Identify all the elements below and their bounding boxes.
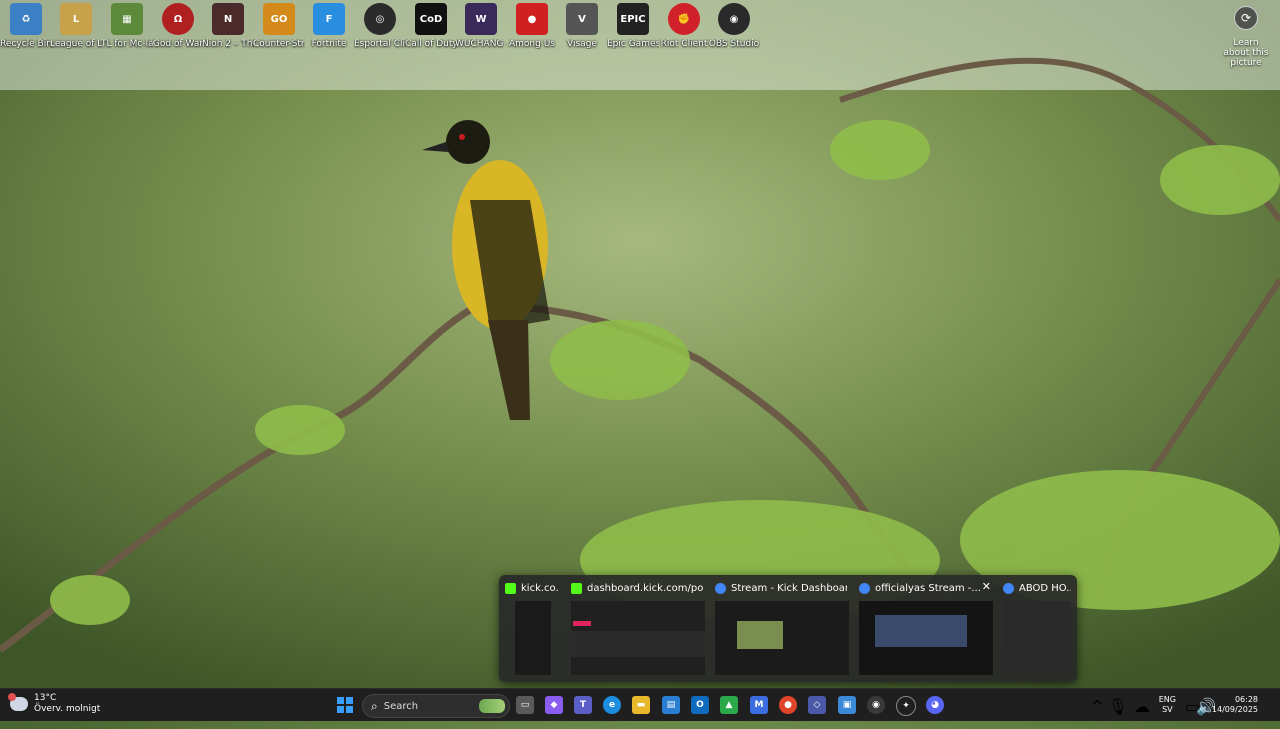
god-of-war-icon: Ω xyxy=(162,3,194,35)
desktop-icon-among-us[interactable]: ● Among Us xyxy=(506,3,558,49)
task-view-icon[interactable]: ▭ xyxy=(516,696,534,714)
obs-taskbar-icon[interactable]: ◉ xyxy=(867,696,885,714)
call-of-duty-icon: CoD xyxy=(415,3,447,35)
weather-widget[interactable]: 13°C Överv. molnigt xyxy=(8,693,100,715)
cloud-icon xyxy=(8,693,28,711)
store-icon[interactable]: ▤ xyxy=(662,696,680,714)
copilot-icon[interactable]: ◆ xyxy=(545,696,563,714)
edge-icon[interactable]: e xyxy=(603,696,621,714)
riot-client-icon: ✊ xyxy=(668,3,700,35)
desktop-icon-fortnite[interactable]: F Fortnite xyxy=(303,3,355,49)
start-button[interactable] xyxy=(337,697,353,713)
nioh-icon: N xyxy=(212,3,244,35)
recycle-bin-icon: ♻ xyxy=(10,3,42,35)
csgo-icon: GO xyxy=(263,3,295,35)
learn-about-picture[interactable]: ⟳ Learn about this picture xyxy=(1220,6,1272,68)
windows-logo-icon xyxy=(337,697,344,704)
close-preview-icon[interactable]: ✕ xyxy=(982,580,991,593)
kick-favicon-icon xyxy=(571,582,582,594)
desktop-icon-wuchang[interactable]: W WUCHANG – Fallen Feat... xyxy=(455,3,507,49)
file-explorer-icon[interactable]: ▬ xyxy=(632,696,650,714)
desktop-icon-call-of-duty[interactable]: CoD Call of Duty® xyxy=(405,3,457,49)
desktop-icon-epic-games[interactable]: EPIC Epic Games Launcher xyxy=(607,3,659,49)
microphone-icon[interactable]: 🎙 xyxy=(1108,697,1128,729)
preview-image xyxy=(859,601,993,675)
preview-image xyxy=(571,601,705,675)
m365-icon[interactable]: M xyxy=(750,696,768,714)
wuchang-icon: W xyxy=(465,3,497,35)
desktop-icon-obs-studio[interactable]: ◉ OBS Studio xyxy=(708,3,760,49)
clock[interactable]: 06:28 14/09/2025 xyxy=(1212,695,1258,715)
taskbar-search[interactable]: ⌕ Search xyxy=(362,694,510,718)
preview-image xyxy=(1003,601,1071,675)
epic-games-icon: EPIC xyxy=(617,3,649,35)
outlook-icon[interactable]: O xyxy=(691,696,709,714)
desktop-icon-riot-client[interactable]: ✊ Riot Client xyxy=(658,3,710,49)
taskbar: 13°C Överv. molnigt ⌕ Search ▭ ◆ T e ▬ ▤… xyxy=(0,688,1280,721)
kick-favicon-icon xyxy=(505,582,516,594)
desktop-icons: ♻ Recycle Bin L League of Legends ▦ TL f… xyxy=(0,0,780,64)
preview-image xyxy=(715,601,849,675)
chrome-icon[interactable]: ● xyxy=(779,696,797,714)
taskbar-window-previews: kick.co... dashboard.kick.com/popo... St… xyxy=(499,575,1077,682)
language-indicator[interactable]: ENG SV xyxy=(1159,695,1176,715)
desktop-icon-recycle-bin[interactable]: ♻ Recycle Bin xyxy=(0,3,52,49)
visage-icon: V xyxy=(566,3,598,35)
chrome-favicon-icon xyxy=(1003,582,1014,594)
photos-icon[interactable]: ▣ xyxy=(838,696,856,714)
preview-image xyxy=(515,601,551,675)
desktop-icon-esportal[interactable]: ◎ Esportal Client xyxy=(354,3,406,49)
desktop-icon-tl-launcher[interactable]: ▦ TL for Mc-launch... xyxy=(101,3,153,49)
search-icon: ⌕ xyxy=(371,698,378,713)
league-of-legends-icon: L xyxy=(60,3,92,35)
window-preview-stream-kick[interactable]: Stream - Kick Dashboard -... xyxy=(709,575,851,682)
desktop-icon-counter-strike[interactable]: GO Counter-Str... Global Offe... xyxy=(253,3,305,49)
minecraft-icon: ▦ xyxy=(111,3,143,35)
cloud-sync-icon[interactable]: ☁ xyxy=(1134,697,1150,729)
window-preview-dashboard[interactable]: dashboard.kick.com/popo... xyxy=(565,575,707,682)
teams-icon[interactable]: T xyxy=(574,696,592,714)
window-preview-abod[interactable]: ABOD HO... xyxy=(997,575,1075,682)
chrome-favicon-icon xyxy=(715,582,726,594)
among-us-icon: ● xyxy=(516,3,548,35)
chrome-favicon-icon xyxy=(859,582,870,594)
window-preview-kick[interactable]: kick.co... xyxy=(499,575,563,682)
search-highlight-icon xyxy=(479,699,505,713)
vpn-icon[interactable]: ▲ xyxy=(720,696,738,714)
obs-studio-icon: ◉ xyxy=(718,3,750,35)
desktop-icon-nioh-2[interactable]: N Nioh 2 – The Complete ... xyxy=(202,3,254,49)
desktop-icon-league-of-legends[interactable]: L League of Legends xyxy=(50,3,102,49)
esportal-icon: ◎ xyxy=(364,3,396,35)
desktop-icon-visage[interactable]: V Visage xyxy=(556,3,608,49)
discord-icon[interactable]: ◕ xyxy=(926,696,944,714)
chatgpt-icon[interactable]: ✦ xyxy=(896,696,916,716)
cube-app-icon[interactable]: ◇ xyxy=(808,696,826,714)
tray-overflow-icon[interactable]: ^ xyxy=(1091,697,1104,729)
window-preview-officialyas[interactable]: officialyas Stream -... ✕ xyxy=(853,575,995,682)
desktop-icon-god-of-war[interactable]: Ω God of War xyxy=(152,3,204,49)
fortnite-icon: F xyxy=(313,3,345,35)
learn-picture-icon: ⟳ xyxy=(1234,6,1258,30)
